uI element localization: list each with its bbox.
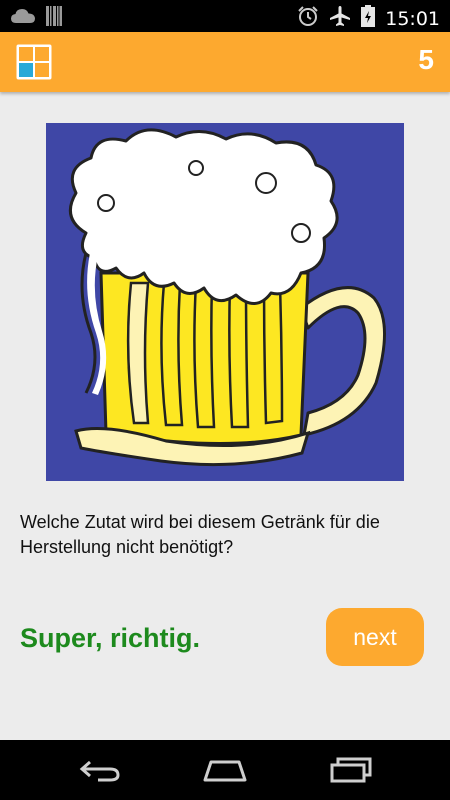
navigation-bar [0,740,450,800]
app-logo-grid-icon[interactable] [16,44,52,80]
action-bar: 5 [0,32,450,92]
feedback-text: Super, richtig. [20,623,201,653]
status-bar: 15:01 [0,0,450,32]
battery-icon [361,5,376,32]
score-counter: 5 [418,44,434,75]
beer-mug-icon [68,128,386,467]
alarm-icon [297,5,319,32]
question-image [46,123,404,481]
barcode-icon [46,6,62,31]
next-button[interactable]: next [326,608,424,666]
cloud-icon [10,7,36,30]
back-icon[interactable] [75,752,125,788]
recent-apps-icon[interactable] [326,752,376,788]
question-text: Welche Zutat wird bei diesem Getränk für… [20,512,380,557]
airplane-mode-icon [329,5,351,32]
status-time: 15:01 [385,7,440,30]
home-icon[interactable] [200,752,250,788]
